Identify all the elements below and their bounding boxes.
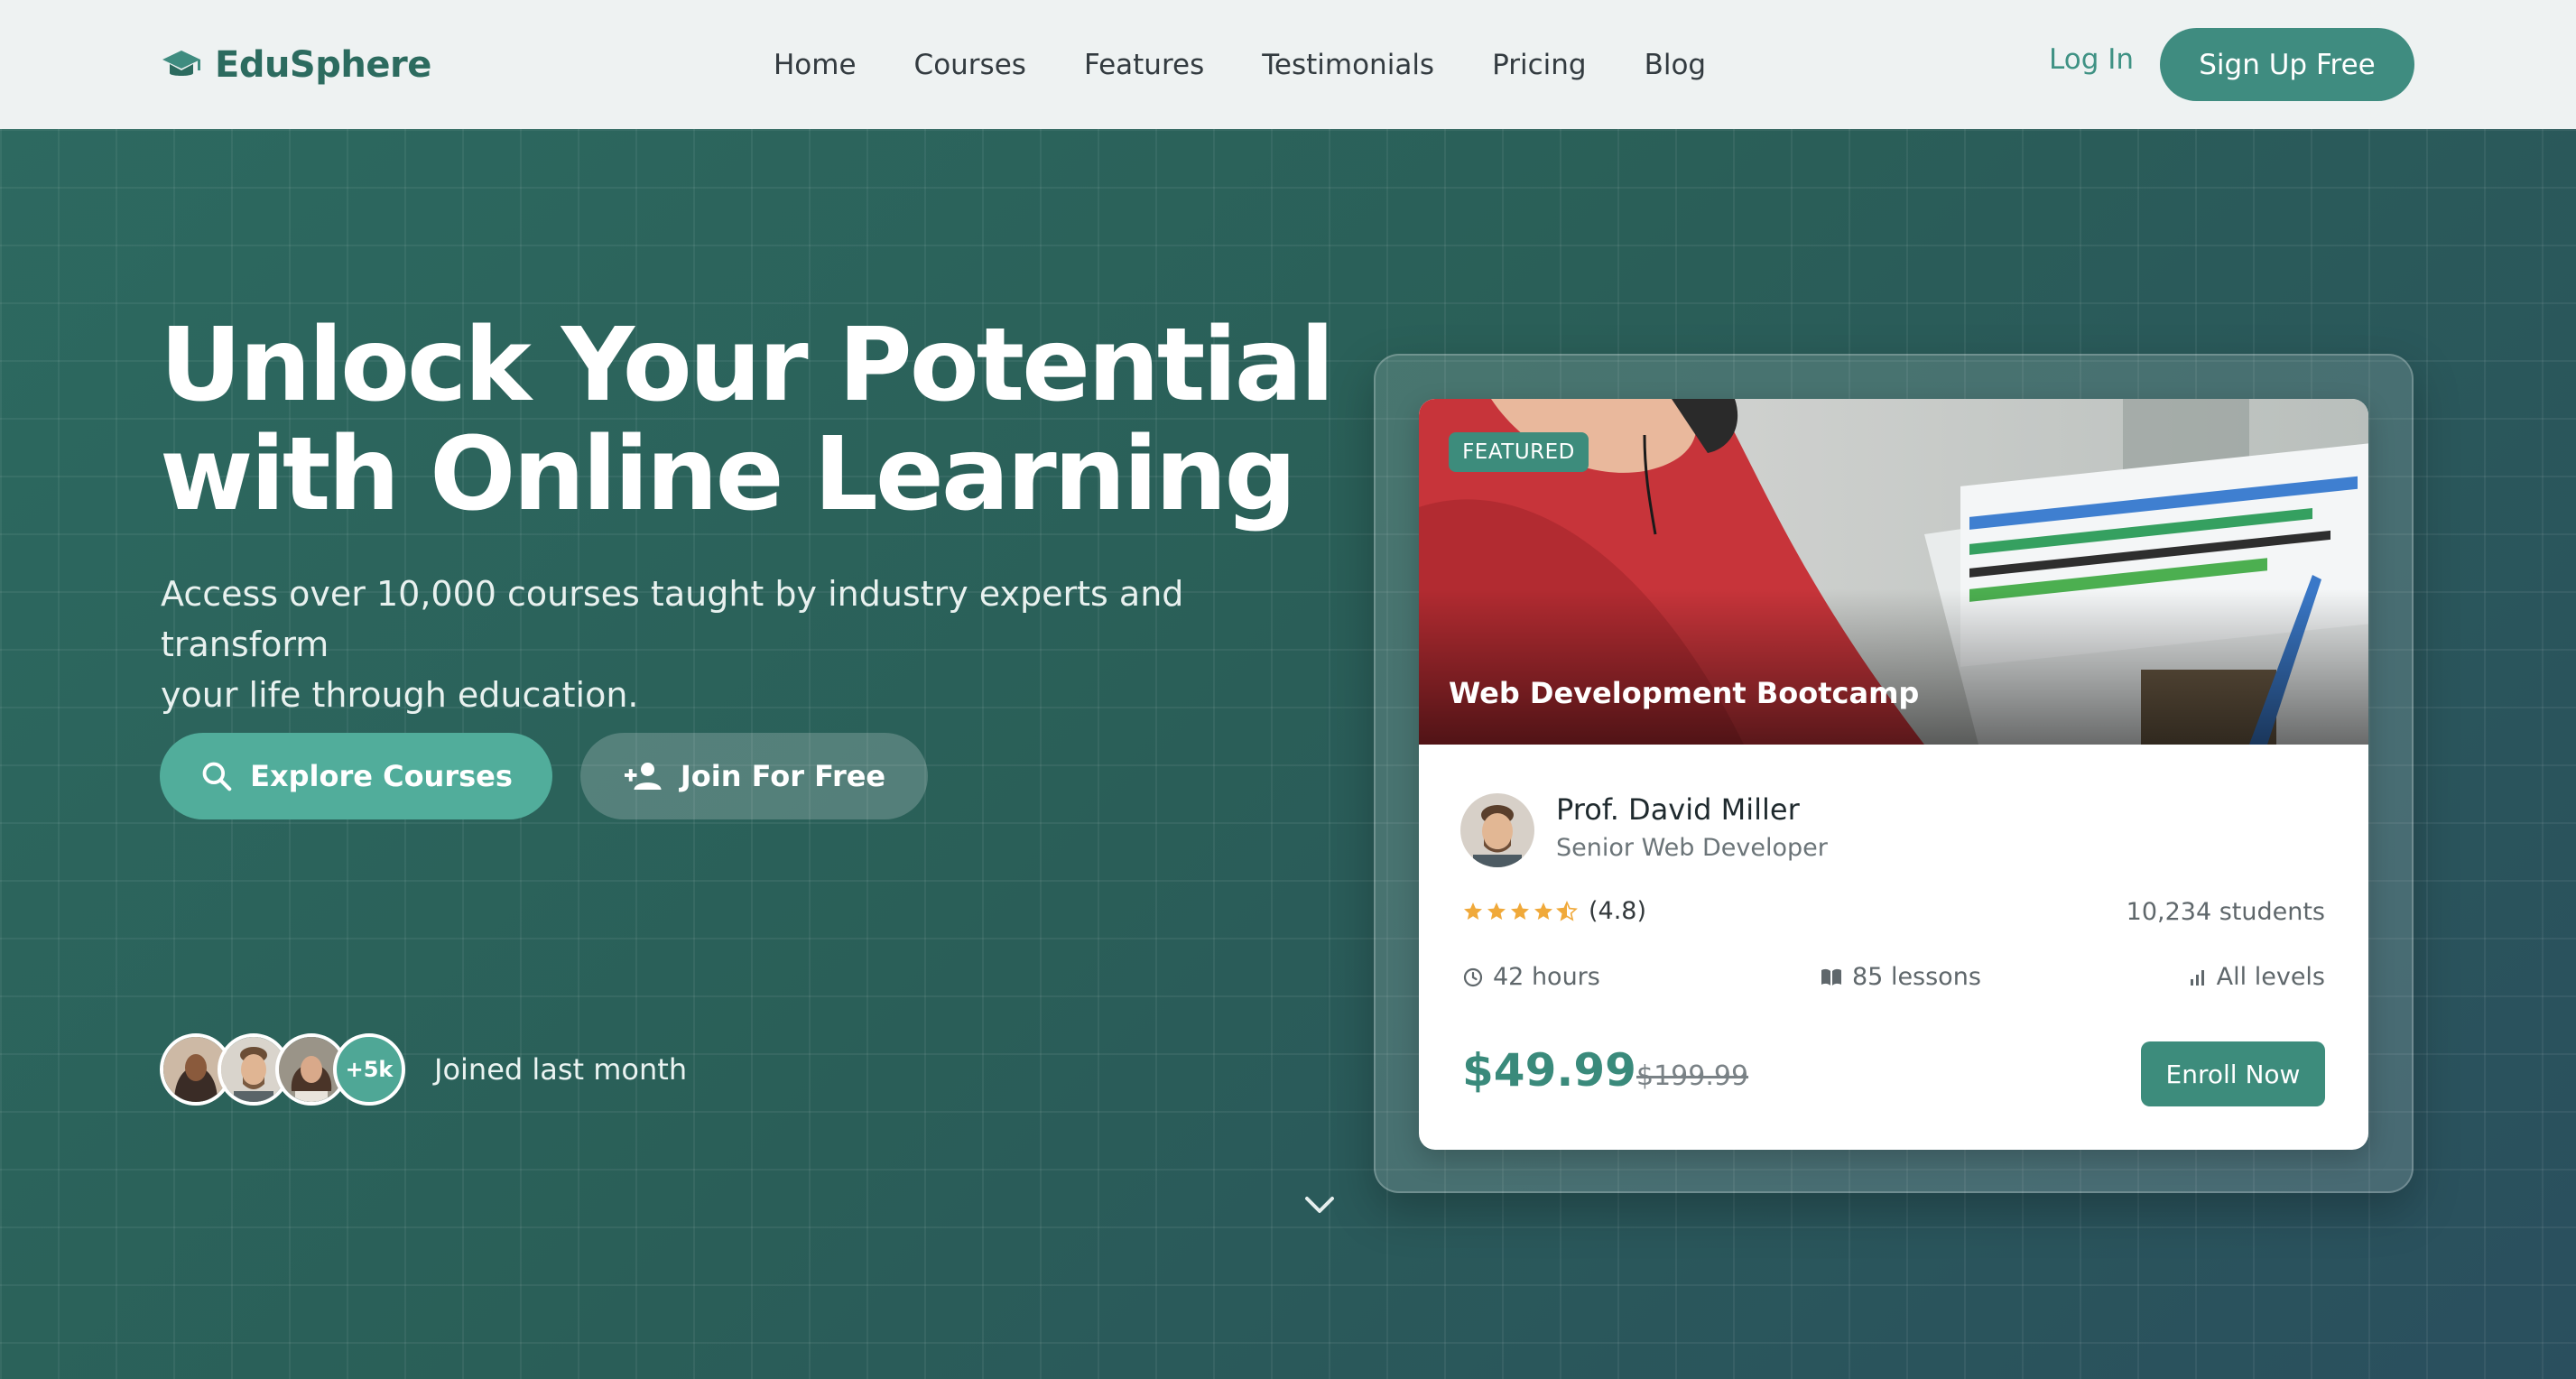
half-star-icon	[1556, 900, 1578, 921]
student-count: 10,234 students	[2126, 898, 2325, 926]
more-users-badge: +5k	[333, 1033, 405, 1106]
star-icon	[1487, 902, 1506, 920]
headline-line-2: with Online Learning	[160, 416, 1297, 533]
nav-features[interactable]: Features	[1084, 49, 1204, 81]
featured-badge: FEATURED	[1449, 432, 1589, 472]
course-price: $49.99	[1462, 1044, 1636, 1097]
course-level: All levels	[2188, 963, 2325, 991]
nav-pricing[interactable]: Pricing	[1492, 49, 1587, 81]
star-icon	[1511, 902, 1529, 920]
graduation-cap-icon	[162, 51, 200, 76]
course-card[interactable]: FEATURED Web Development Bootcamp Prof. …	[1419, 399, 2368, 1150]
star-icon	[1464, 902, 1482, 920]
main-nav: Home Courses Features Testimonials Prici…	[774, 43, 1764, 87]
book-icon	[1821, 968, 1841, 986]
nav-blog[interactable]: Blog	[1645, 49, 1707, 81]
hero-headline: Unlock Your Potential with Online Learni…	[160, 311, 1405, 530]
instructor-avatar	[1460, 793, 1534, 867]
level-label: All levels	[2216, 963, 2325, 991]
hero-subtitle: Access over 10,000 courses taught by ind…	[161, 569, 1316, 720]
enroll-button[interactable]: Enroll Now	[2141, 1041, 2325, 1106]
join-free-label: Join For Free	[680, 759, 886, 793]
explore-courses-button[interactable]: Explore Courses	[160, 733, 552, 819]
original-price: $199.99	[1636, 1060, 1749, 1092]
course-image: FEATURED Web Development Bootcamp	[1419, 399, 2368, 745]
nav-testimonials[interactable]: Testimonials	[1262, 49, 1434, 81]
join-free-button[interactable]: Join For Free	[580, 733, 928, 819]
login-link[interactable]: Log In	[2049, 43, 2134, 76]
subtitle-line-2: your life through education.	[161, 675, 639, 715]
add-user-icon	[624, 763, 662, 790]
brand-name: EduSphere	[215, 44, 431, 86]
joined-avatars: +5k	[160, 1033, 405, 1106]
search-icon	[202, 762, 232, 791]
bar-chart-icon	[2190, 969, 2204, 986]
course-title[interactable]: Web Development Bootcamp	[1449, 676, 1919, 710]
star-icon	[1534, 902, 1552, 920]
brand-logo[interactable]: EduSphere	[161, 40, 431, 90]
clock-icon	[1463, 967, 1483, 986]
nav-home[interactable]: Home	[774, 49, 857, 81]
signup-button[interactable]: Sign Up Free	[2160, 28, 2414, 101]
top-navbar: EduSphere Home Courses Features Testimon…	[0, 0, 2576, 129]
course-duration: 42 hours	[1462, 963, 1600, 991]
course-lessons: 85 lessons	[1820, 963, 1981, 991]
joined-text: Joined last month	[434, 1052, 688, 1087]
lessons-label: 85 lessons	[1852, 963, 1981, 991]
duration-label: 42 hours	[1493, 963, 1600, 991]
headline-line-1: Unlock Your Potential	[160, 307, 1335, 424]
instructor-name[interactable]: Prof. David Miller	[1556, 792, 1800, 827]
chevron-down-icon[interactable]	[1302, 1191, 1338, 1218]
rating-value: (4.8)	[1589, 897, 1647, 925]
explore-courses-label: Explore Courses	[250, 759, 513, 793]
course-rating: (4.8)	[1462, 897, 1646, 925]
instructor-role: Senior Web Developer	[1556, 834, 1828, 862]
nav-courses[interactable]: Courses	[914, 49, 1026, 81]
subtitle-line-1: Access over 10,000 courses taught by ind…	[161, 574, 1184, 664]
